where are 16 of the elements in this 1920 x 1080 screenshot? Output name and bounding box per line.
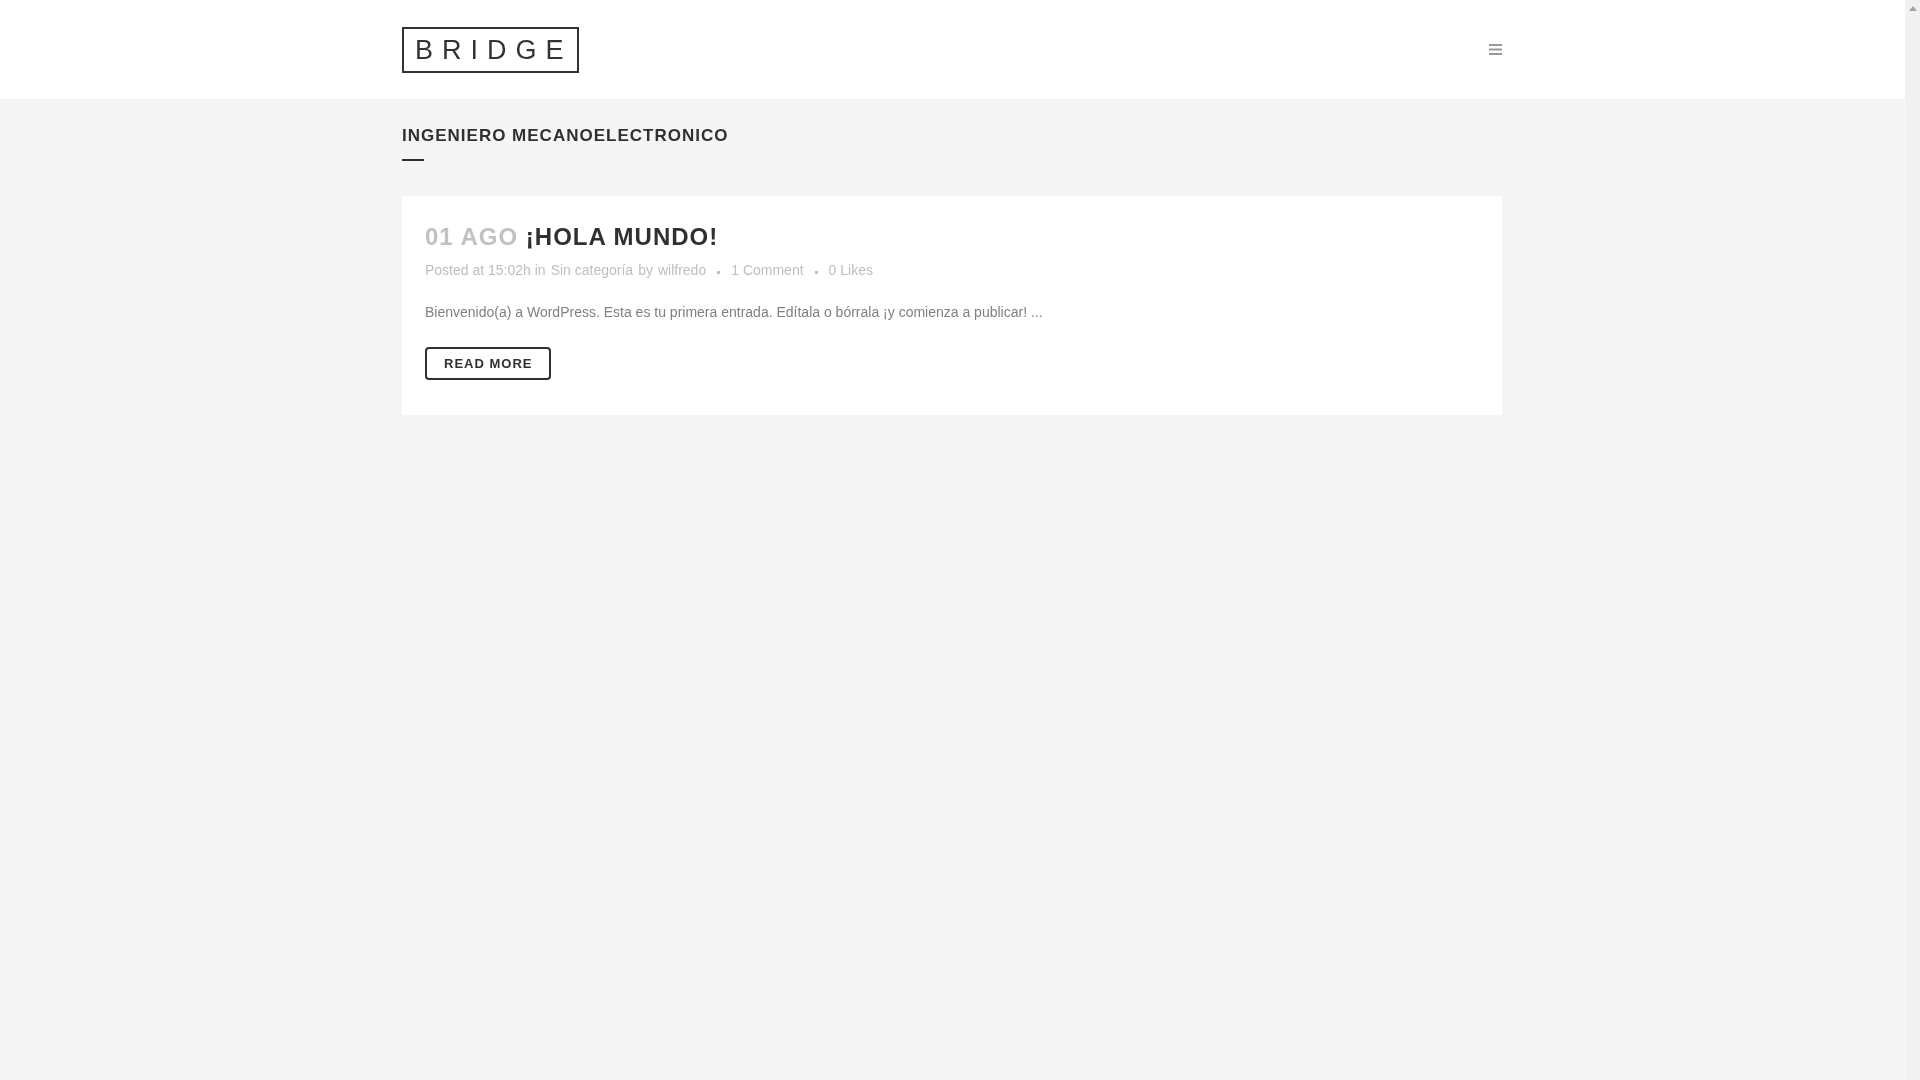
menu-icon[interactable] <box>1489 44 1502 55</box>
post-date: 01 AGO <box>425 223 519 250</box>
category-link[interactable]: Sin categoría <box>550 261 634 279</box>
post-title[interactable]: ¡HOLA MUNDO! <box>525 223 719 250</box>
page-title: INGENIERO MECANOELECTRONICO <box>402 126 730 146</box>
post-excerpt: Bienvenido(a) a WordPress. Esta es tu primera entrada. Edítala o bórrala ¡y comienza a publicar! ... <box>425 303 1044 321</box>
site-logo[interactable]: BRIDGE <box>402 26 579 73</box>
likes-link[interactable]: 0 Likes <box>828 261 873 279</box>
title-underline <box>402 159 424 161</box>
read-more-button[interactable]: READ MORE <box>425 347 552 380</box>
author-link[interactable]: wilfredo <box>657 261 707 279</box>
posted-time: Posted at 15:02h in <box>425 261 546 279</box>
scroll-up-icon[interactable] <box>1908 6 1917 11</box>
comments-link[interactable]: 1 Comment <box>731 261 804 279</box>
by-label: by <box>638 261 653 279</box>
scrollbar[interactable] <box>1905 0 1920 1080</box>
